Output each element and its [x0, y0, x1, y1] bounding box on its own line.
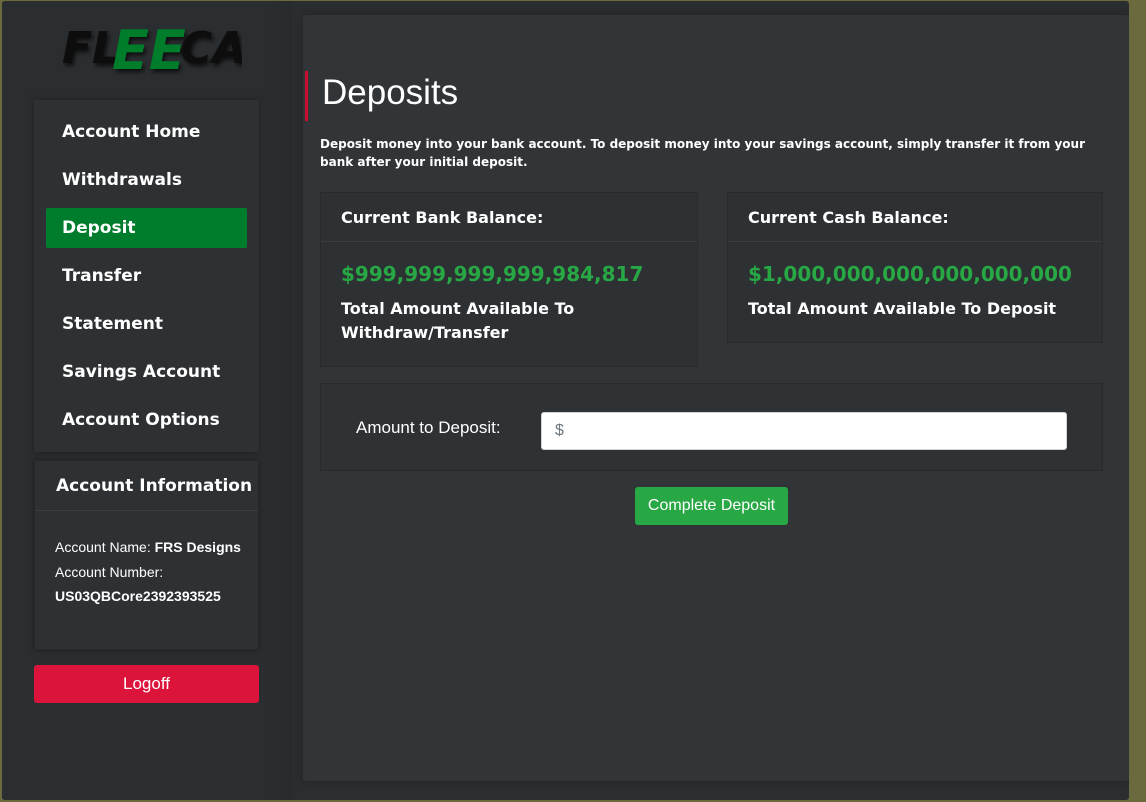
bank-balance-header: Current Bank Balance: [321, 193, 697, 242]
account-information-title: Account Information [35, 461, 258, 511]
amount-input-wrapper [541, 412, 1067, 450]
page-title: Deposits [305, 71, 458, 121]
account-number-label: Account Number: [55, 563, 164, 580]
bank-balance-caption: Total Amount Available To Withdraw/Trans… [341, 299, 575, 342]
sidebar-item-transfer[interactable]: Transfer [46, 256, 247, 296]
sidebar-item-withdrawals[interactable]: Withdrawals [46, 160, 247, 200]
cash-balance-header: Current Cash Balance: [728, 193, 1102, 242]
amount-to-deposit-label: Amount to Deposit: [356, 418, 501, 437]
logo-text-right: CA [180, 23, 242, 74]
sidebar: FL EE CA Account Home Withdrawals Deposi… [2, 1, 292, 800]
account-information-body: Account Name: FRS Designs Account Number… [35, 511, 258, 609]
deposit-form: Amount to Deposit: [320, 383, 1103, 471]
logoff-button[interactable]: Logoff [34, 665, 259, 703]
page-description: Deposit money into your bank account. To… [320, 137, 1085, 169]
main-content: Deposits Deposit money into your bank ac… [303, 15, 1129, 781]
sidebar-item-savings-account[interactable]: Savings Account [46, 352, 247, 392]
account-information-card: Account Information Account Name: FRS De… [34, 460, 259, 650]
sidebar-item-deposit[interactable]: Deposit [46, 208, 247, 248]
sidebar-nav: Account Home Withdrawals Deposit Transfe… [34, 100, 259, 452]
cash-balance-caption: Total Amount Available To Deposit [748, 299, 1057, 318]
account-number-value: US03QBCore2392393525 [55, 588, 221, 604]
bank-balance-card: Current Bank Balance: $999,999,999,999,9… [320, 192, 698, 367]
sidebar-item-account-options[interactable]: Account Options [46, 400, 247, 440]
amount-to-deposit-input[interactable] [542, 413, 1066, 449]
complete-deposit-button[interactable]: Complete Deposit [635, 487, 788, 525]
bank-app-window: FL EE CA Account Home Withdrawals Deposi… [2, 1, 1129, 800]
bank-balance-amount: $999,999,999,999,984,817 [341, 262, 644, 286]
cash-balance-card: Current Cash Balance: $1,000,000,000,000… [727, 192, 1103, 343]
cash-balance-amount: $1,000,000,000,000,000,000 [748, 262, 1072, 286]
sidebar-item-statement[interactable]: Statement [46, 304, 247, 344]
sidebar-item-account-home[interactable]: Account Home [46, 112, 247, 152]
fleeca-logo: FL EE CA [62, 19, 242, 77]
logo-text-mid: EE [112, 19, 186, 77]
account-name-value: FRS Designs [154, 539, 241, 555]
account-name-label: Account Name: [55, 539, 151, 555]
